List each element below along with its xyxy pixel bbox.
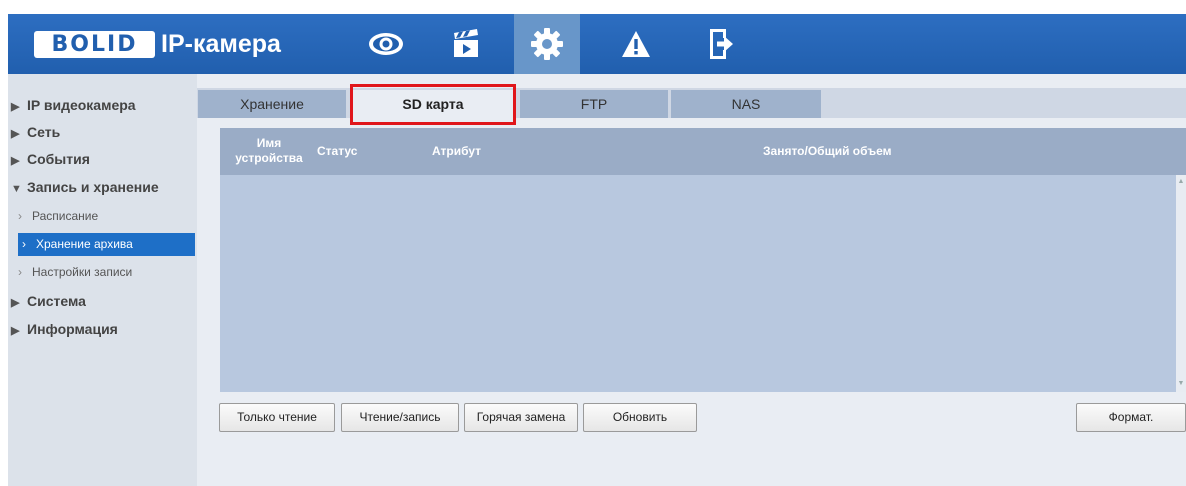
column-header-device-name: Имя устройства — [229, 136, 309, 166]
collapse-arrow-icon: ▼ — [11, 183, 22, 195]
hot-swap-button[interactable]: Горячая замена — [464, 403, 578, 432]
chevron-right-icon: › — [18, 265, 22, 279]
column-header-used-total: Занято/Общий объем — [763, 144, 892, 158]
chevron-right-icon: › — [22, 237, 26, 251]
expand-arrow-icon: ▶ — [11, 155, 20, 167]
sidebar-item-events[interactable]: ▶ События — [11, 148, 90, 170]
expand-arrow-icon: ▶ — [11, 128, 20, 140]
vertical-scrollbar[interactable]: ▲ ▼ — [1176, 175, 1186, 392]
playback-nav-button[interactable] — [433, 14, 499, 74]
sidebar-subitem-schedule[interactable]: › Расписание — [18, 206, 98, 226]
sidebar-item-label: Запись и хранение — [27, 179, 159, 195]
expand-arrow-icon: ▶ — [11, 325, 20, 337]
gear-icon — [531, 28, 563, 60]
format-button[interactable]: Формат. — [1076, 403, 1186, 432]
warning-icon — [622, 31, 650, 57]
bolid-logo: BOLID — [34, 31, 155, 58]
clapperboard-icon — [454, 29, 478, 57]
sidebar-subitem-record-settings[interactable]: › Настройки записи — [18, 262, 132, 282]
eye-icon — [369, 33, 403, 55]
sidebar-subitem-archive-storage[interactable]: › Хранение архива — [18, 233, 195, 256]
column-header-line: устройства — [235, 151, 303, 165]
tab-ftp[interactable]: FTP — [520, 90, 668, 118]
top-header: BOLID IP-камера — [8, 14, 1186, 74]
scroll-up-icon[interactable]: ▲ — [1176, 177, 1186, 187]
sidebar-item-information[interactable]: ▶ Информация — [11, 318, 118, 340]
logout-nav-button[interactable] — [688, 14, 754, 74]
table-body — [220, 175, 1186, 392]
tab-nas[interactable]: NAS — [671, 90, 821, 118]
exit-icon — [710, 29, 733, 59]
sidebar-subitem-label: Настройки записи — [32, 265, 133, 279]
sidebar-subitem-label: Хранение архива — [36, 237, 133, 251]
sidebar-item-network[interactable]: ▶ Сеть — [11, 121, 60, 143]
brand-title: IP-камера — [161, 30, 281, 58]
read-only-button[interactable]: Только чтение — [219, 403, 335, 432]
column-header-line: Имя — [256, 136, 282, 150]
sidebar-item-record-storage[interactable]: ▼ Запись и хранение — [11, 176, 159, 198]
live-view-nav-button[interactable] — [353, 14, 419, 74]
expand-arrow-icon: ▶ — [11, 297, 20, 309]
sidebar-item-ip-camera[interactable]: ▶ IP видеокамера — [11, 94, 136, 116]
refresh-button[interactable]: Обновить — [583, 403, 697, 432]
sidebar-item-label: События — [27, 151, 90, 167]
settings-nav-button[interactable] — [514, 14, 580, 74]
table-header: Имя устройства Статус Атрибут Занято/Общ… — [220, 128, 1186, 175]
logo-text: BOLID — [51, 31, 138, 57]
expand-arrow-icon: ▶ — [11, 101, 20, 113]
sidebar-item-label: Система — [27, 293, 86, 309]
sidebar-item-label: IP видеокамера — [27, 97, 136, 113]
sidebar-item-system[interactable]: ▶ Система — [11, 290, 86, 312]
sidebar-item-label: Сеть — [27, 124, 61, 140]
scroll-down-icon[interactable]: ▼ — [1176, 379, 1186, 389]
column-header-attribute: Атрибут — [432, 144, 482, 158]
sidebar-subitem-label: Расписание — [32, 209, 99, 223]
chevron-right-icon: › — [18, 209, 22, 223]
alarm-nav-button[interactable] — [603, 14, 669, 74]
tab-storage[interactable]: Хранение — [198, 90, 346, 118]
read-write-button[interactable]: Чтение/запись — [341, 403, 459, 432]
sidebar-item-label: Информация — [27, 321, 118, 337]
tab-sd-card[interactable]: SD карта — [353, 90, 513, 118]
column-header-status: Статус — [317, 144, 358, 158]
